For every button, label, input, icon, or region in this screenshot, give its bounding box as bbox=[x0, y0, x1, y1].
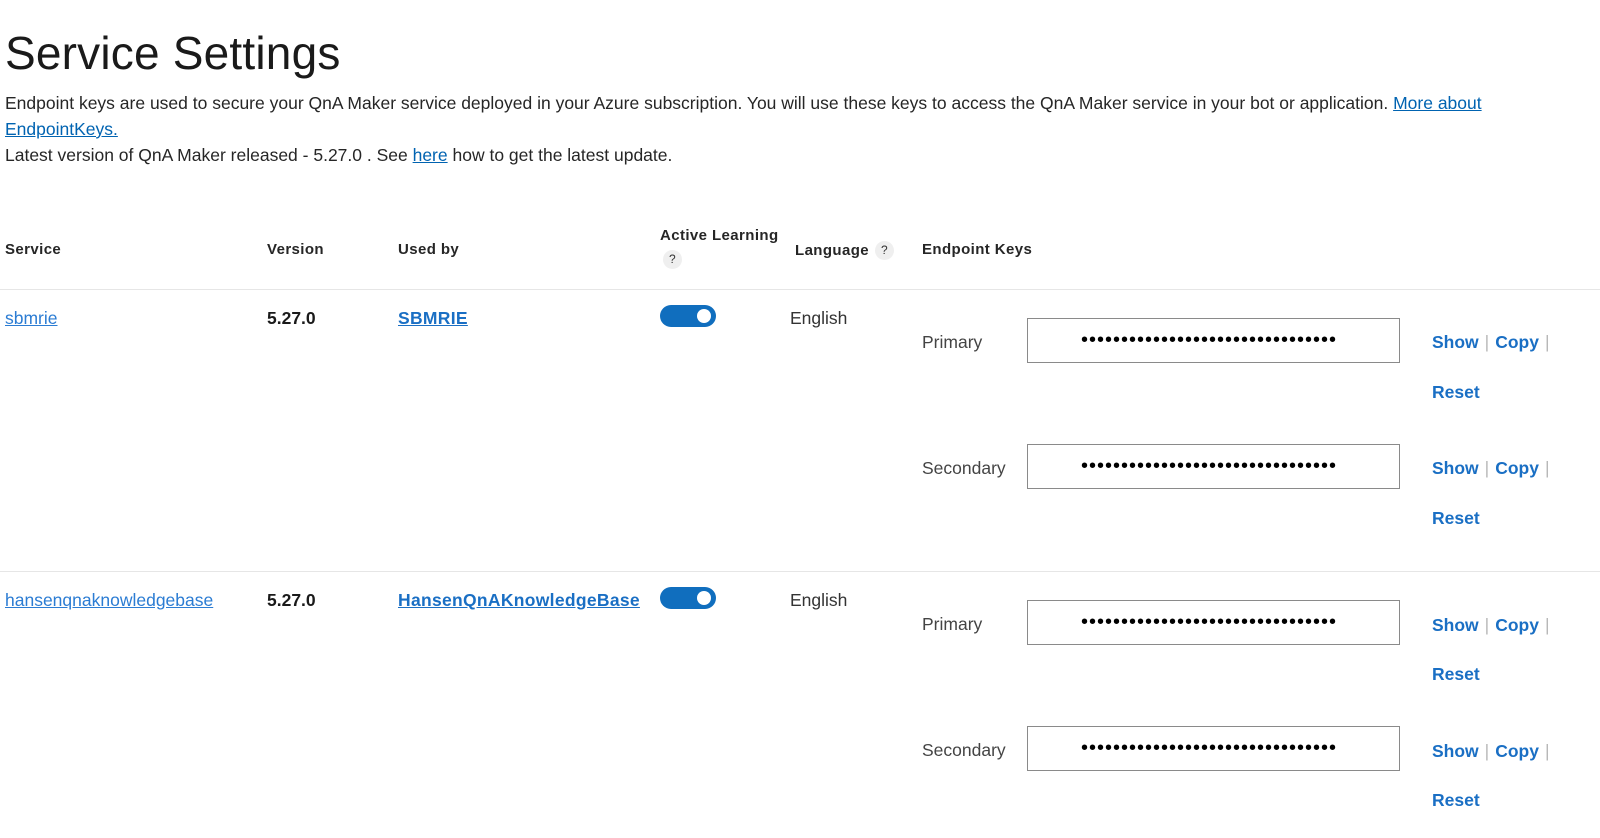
reset-primary-key-button[interactable]: Reset bbox=[1432, 382, 1480, 403]
secondary-key-actions: Show | Copy | bbox=[1432, 741, 1556, 762]
description-text: Endpoint keys are used to secure your Qn… bbox=[5, 93, 1394, 113]
toggle-knob bbox=[697, 309, 711, 323]
copy-secondary-key-button[interactable]: Copy bbox=[1495, 741, 1539, 761]
header-language: Language? bbox=[795, 241, 895, 260]
used-by-link[interactable]: SBMRIE bbox=[398, 308, 468, 329]
version-note-suffix: how to get the latest update. bbox=[447, 145, 673, 165]
copy-secondary-key-button[interactable]: Copy bbox=[1495, 458, 1539, 478]
version-value: 5.27.0 bbox=[267, 590, 316, 610]
secondary-key-label: Secondary bbox=[922, 458, 1006, 478]
reset-secondary-key-button[interactable]: Reset bbox=[1432, 790, 1480, 811]
version-value: 5.27.0 bbox=[267, 308, 316, 328]
show-secondary-key-button[interactable]: Show bbox=[1432, 458, 1479, 478]
header-active-learning: Active Learning ? bbox=[660, 227, 779, 269]
separator: | bbox=[1544, 741, 1550, 761]
primary-key-actions: Show | Copy | bbox=[1432, 615, 1556, 636]
header-active-learning-label: Active Learning bbox=[660, 227, 779, 244]
primary-key-label: Primary bbox=[922, 614, 983, 634]
primary-key-field[interactable] bbox=[1027, 318, 1400, 363]
separator: | bbox=[1484, 332, 1490, 352]
header-service: Service bbox=[5, 241, 62, 258]
version-note-prefix: Latest version of QnA Maker released - 5… bbox=[5, 145, 413, 165]
copy-primary-key-button[interactable]: Copy bbox=[1495, 332, 1539, 352]
show-secondary-key-button[interactable]: Show bbox=[1432, 741, 1479, 761]
separator: | bbox=[1484, 741, 1490, 761]
language-help-icon[interactable]: ? bbox=[875, 241, 895, 260]
page-description: Endpoint keys are used to secure your Qn… bbox=[5, 90, 1505, 168]
secondary-key-field[interactable] bbox=[1027, 726, 1400, 771]
active-learning-toggle[interactable] bbox=[660, 305, 716, 327]
show-primary-key-button[interactable]: Show bbox=[1432, 332, 1479, 352]
separator: | bbox=[1484, 458, 1490, 478]
show-primary-key-button[interactable]: Show bbox=[1432, 615, 1479, 635]
used-by-link[interactable]: HansenQnAKnowledgeBase bbox=[398, 590, 640, 611]
separator: | bbox=[1544, 332, 1550, 352]
active-learning-help-icon[interactable]: ? bbox=[663, 250, 682, 269]
row-divider bbox=[0, 571, 1600, 572]
primary-key-field[interactable] bbox=[1027, 600, 1400, 645]
page-title: Service Settings bbox=[5, 27, 341, 79]
secondary-key-actions: Show | Copy | bbox=[1432, 458, 1556, 479]
reset-secondary-key-button[interactable]: Reset bbox=[1432, 508, 1480, 529]
latest-update-here-link[interactable]: here bbox=[413, 145, 448, 165]
separator: | bbox=[1544, 458, 1550, 478]
service-link[interactable]: hansenqnaknowledgebase bbox=[5, 590, 213, 611]
toggle-knob bbox=[697, 591, 711, 605]
header-language-label: Language bbox=[795, 242, 870, 259]
secondary-key-field[interactable] bbox=[1027, 444, 1400, 489]
header-version: Version bbox=[267, 241, 324, 258]
header-used-by: Used by bbox=[398, 241, 460, 258]
secondary-key-label: Secondary bbox=[922, 740, 1006, 760]
reset-primary-key-button[interactable]: Reset bbox=[1432, 664, 1480, 685]
service-link[interactable]: sbmrie bbox=[5, 308, 58, 329]
header-divider bbox=[0, 289, 1600, 290]
header-endpoint-keys: Endpoint Keys bbox=[922, 241, 1033, 258]
separator: | bbox=[1544, 615, 1550, 635]
copy-primary-key-button[interactable]: Copy bbox=[1495, 615, 1539, 635]
primary-key-actions: Show | Copy | bbox=[1432, 332, 1556, 353]
primary-key-label: Primary bbox=[922, 332, 983, 352]
active-learning-toggle[interactable] bbox=[660, 587, 716, 609]
language-value: English bbox=[790, 590, 848, 610]
language-value: English bbox=[790, 308, 848, 328]
separator: | bbox=[1484, 615, 1490, 635]
